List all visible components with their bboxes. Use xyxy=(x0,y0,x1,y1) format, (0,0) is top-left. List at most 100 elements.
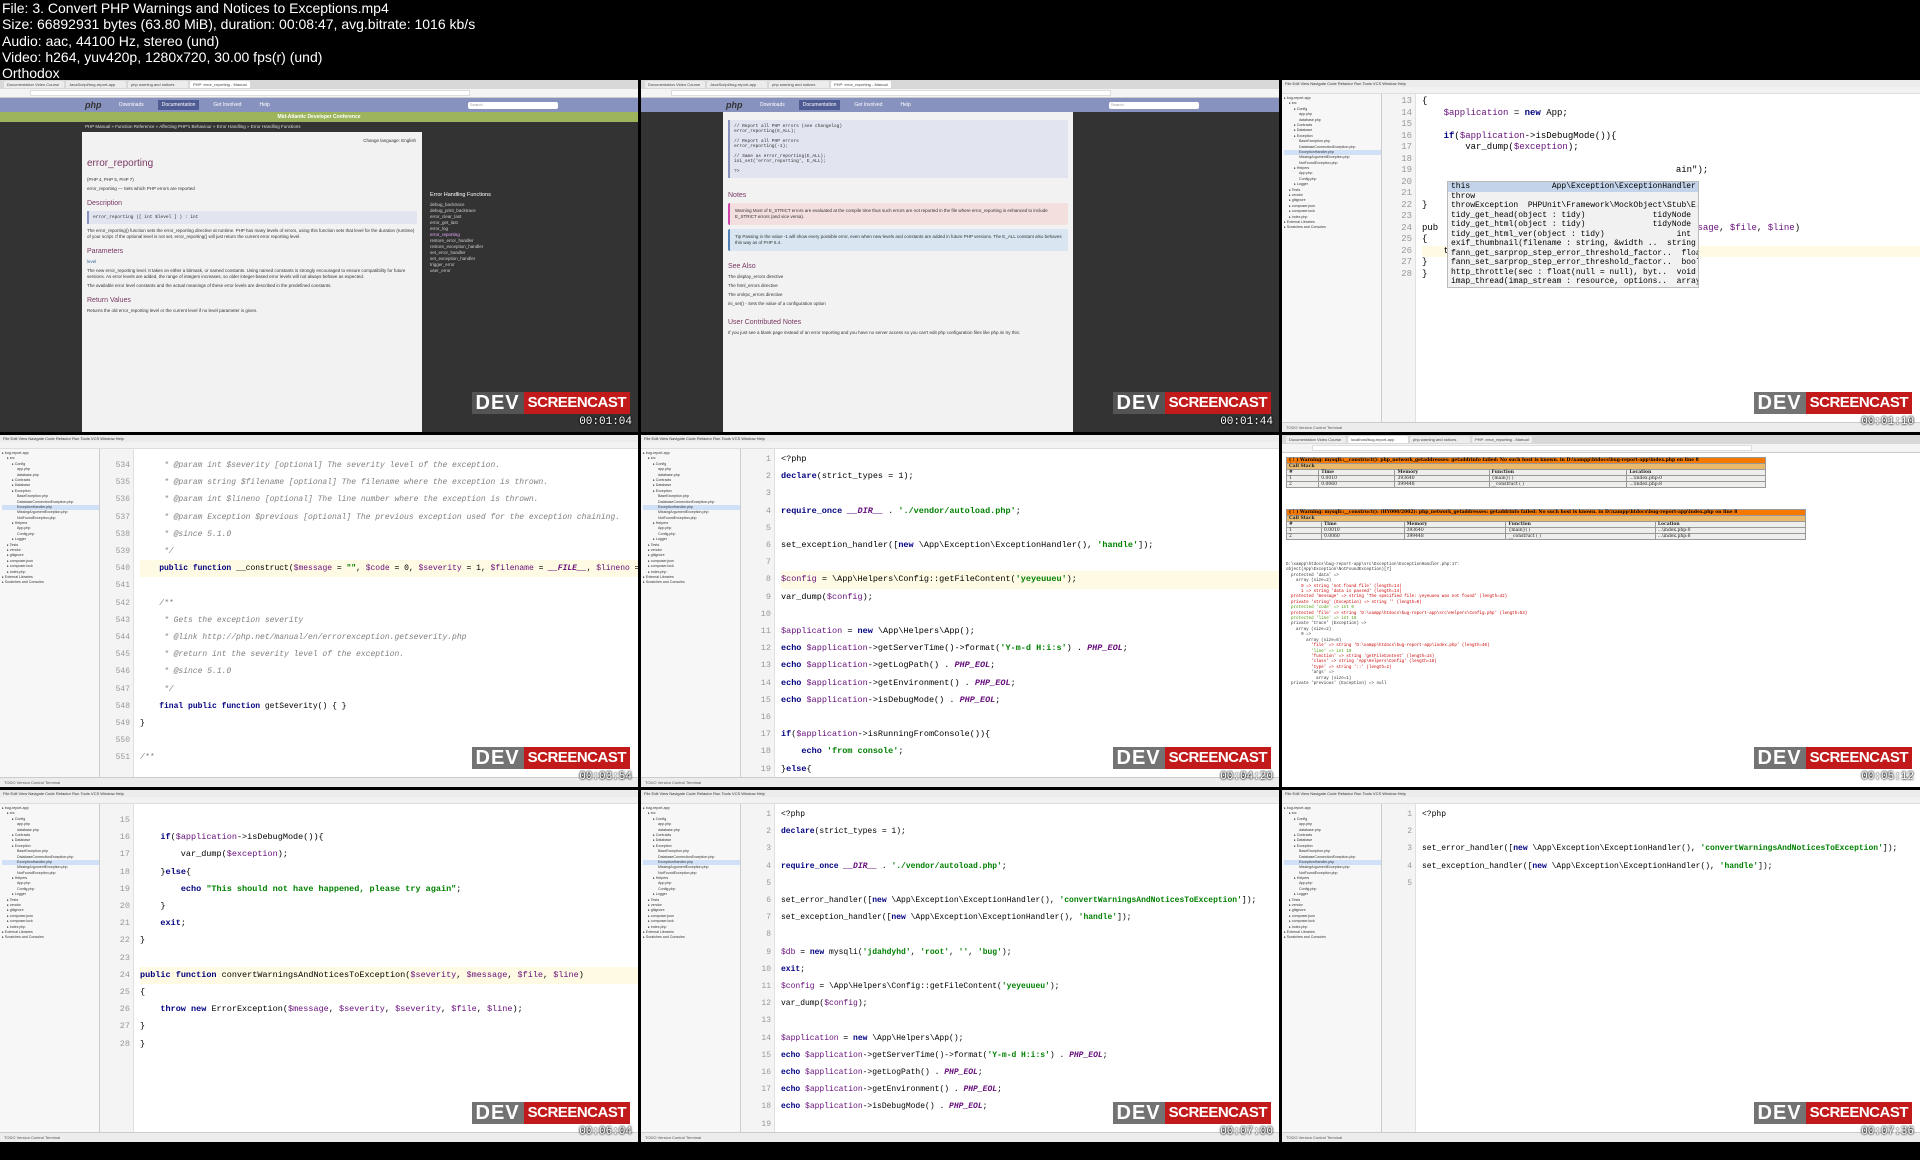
code-line[interactable]: echo $application->getServerTime()->form… xyxy=(781,640,1279,657)
code-line[interactable]: <?php xyxy=(1422,806,1920,823)
ide-menu-bar[interactable]: File Edit View Navigate Code Refactor Ru… xyxy=(641,435,1279,442)
code-line[interactable]: echo $application->isDebugMode() . PHP_E… xyxy=(781,692,1279,709)
code-line[interactable]: if($application->isDebugMode()){ xyxy=(140,829,638,846)
browser-tab[interactable]: Documentation Video Course xyxy=(4,81,64,88)
nav-get-involved[interactable]: Get Involved xyxy=(209,100,245,110)
breadcrumb[interactable]: PHP Manual » Function Reference » Affect… xyxy=(0,122,638,132)
see-also-item[interactable]: The xmlrpc_errors directive xyxy=(728,292,1068,298)
url-field[interactable] xyxy=(1312,445,1752,451)
tree-item[interactable]: ▸ Scratches and Consoles xyxy=(1284,935,1381,940)
cell[interactable]: __construct ( ) xyxy=(1488,481,1628,488)
autocomplete-popup[interactable]: this App\Exception\ExceptionHandler throw… xyxy=(1447,181,1699,288)
search-input[interactable]: Search xyxy=(1109,101,1199,109)
autocomplete-item[interactable]: throwException PHPUnit\Framework\MockObj… xyxy=(1448,201,1698,211)
autocomplete-item[interactable]: exif_thumbnail(filename : string, &width… xyxy=(1448,239,1698,249)
conference-banner[interactable]: Mid-Atlantic Developer Conference xyxy=(0,112,638,122)
code-line[interactable]: echo "This should not have happened, ple… xyxy=(140,881,638,898)
code-line[interactable]: set_exception_handler([new \App\Exceptio… xyxy=(781,909,1279,926)
code-line[interactable]: echo $application->getEnvironment() . PH… xyxy=(781,675,1279,692)
code-line[interactable]: var_dump($exception); xyxy=(1422,142,1920,154)
browser-tab-active[interactable]: localhost/bug-report-app xyxy=(1348,436,1408,443)
ide-menu-bar[interactable]: File Edit View Navigate Code Refactor Ru… xyxy=(641,790,1279,797)
code-line[interactable]: * @param int $severity [optional] The se… xyxy=(140,457,638,474)
browser-tab[interactable]: php warning and notices xyxy=(1410,436,1470,443)
browser-tab-active[interactable]: PHP: error_reporting - Manual xyxy=(190,81,250,88)
search-input[interactable]: Search xyxy=(468,101,558,109)
code-line[interactable]: public function convertWarningsAndNotice… xyxy=(140,966,638,984)
tree-item[interactable]: ▸ Scratches and Consoles xyxy=(643,935,740,940)
tree-item[interactable]: ▸ Scratches and Consoles xyxy=(1284,225,1381,230)
code-line[interactable]: * @return int the severity level of the … xyxy=(140,646,638,663)
code-line[interactable]: /** xyxy=(140,595,638,612)
php-logo[interactable]: php xyxy=(726,100,743,110)
code-line[interactable]: $config = \App\Helpers\Config::getFileCo… xyxy=(781,978,1279,995)
code-line[interactable]: echo $application->getLogPath() . PHP_EO… xyxy=(781,657,1279,674)
code-line[interactable]: set_exception_handler([new \App\Exceptio… xyxy=(1422,858,1920,875)
browser-tab[interactable]: JavaScript/bug-report-app xyxy=(66,81,126,88)
see-also-item[interactable]: ini_set() - Sets the value of a configur… xyxy=(728,301,1068,307)
code-line[interactable]: $application = new \App\Helpers\App(); xyxy=(781,623,1279,640)
code-line[interactable]: require_once __DIR__ . './vendor/autoloa… xyxy=(781,858,1279,875)
php-logo[interactable]: php xyxy=(85,100,102,110)
code-line[interactable]: var_dump($exception); xyxy=(140,846,638,863)
code-line[interactable]: * Gets the exception severity xyxy=(140,612,638,629)
browser-tab[interactable]: PHP: error_reporting - Manual xyxy=(1472,436,1532,443)
autocomplete-item[interactable]: tidy_get_html_ver(object : tidy) int xyxy=(1448,230,1698,240)
autocomplete-item[interactable]: fann_set_sarprop_step_error_threshold_fa… xyxy=(1448,258,1698,268)
code-line[interactable]: var_dump($config); xyxy=(781,995,1279,1012)
url-field[interactable] xyxy=(30,90,470,96)
code-line[interactable]: var_dump($config); xyxy=(781,589,1279,606)
tree-item[interactable]: ▸ Scratches and Consoles xyxy=(2,580,99,585)
ide-menu-bar[interactable]: File Edit View Navigate Code Refactor Ru… xyxy=(0,435,638,442)
autocomplete-item[interactable]: fann_get_sarprop_step_error_threshold_fa… xyxy=(1448,249,1698,259)
code-line[interactable]: require_once __DIR__ . './vendor/autoloa… xyxy=(781,503,1279,520)
code-line[interactable]: $application = new \App\Helpers\App(); xyxy=(781,1030,1279,1047)
autocomplete-item[interactable]: this App\Exception\ExceptionHandler xyxy=(1448,182,1698,192)
code-line[interactable]: if($application->isRunningFromConsole())… xyxy=(781,726,1279,743)
code-line[interactable]: set_exception_handler([new \App\Exceptio… xyxy=(781,537,1279,554)
ide-menu-bar[interactable]: File Edit View Navigate Code Refactor Ru… xyxy=(1282,80,1920,87)
browser-tab[interactable]: JavaScript/bug-report-app xyxy=(707,81,767,88)
code-line[interactable]: { xyxy=(1422,96,1920,108)
code-line[interactable]: $db = new mysqli('jdahdyhd', 'root', '',… xyxy=(781,944,1279,961)
code-line[interactable]: exit; xyxy=(140,915,638,932)
code-line[interactable]: * @link http://php.net/manual/en/errorex… xyxy=(140,629,638,646)
code-line[interactable]: } xyxy=(140,1018,638,1035)
code-line[interactable]: } xyxy=(140,898,638,915)
code-line[interactable]: declare(strict_types = 1); xyxy=(781,468,1279,485)
code-line[interactable]: $config = \App\Helpers\Config::getFileCo… xyxy=(781,571,1279,589)
nav-downloads[interactable]: Downloads xyxy=(115,100,148,110)
side-menu-item[interactable]: user_error xyxy=(430,268,540,274)
code-line[interactable]: throw new ErrorException($message, $seve… xyxy=(140,1001,638,1018)
code-line[interactable]: }else{ xyxy=(140,864,638,881)
nav-documentation[interactable]: Documentation xyxy=(798,100,841,110)
code-line[interactable]: if($application->isDebugMode()){ xyxy=(1422,131,1920,143)
code-line[interactable]: * @since 5.1.0 xyxy=(140,526,638,543)
autocomplete-item[interactable]: throw xyxy=(1448,192,1698,202)
change-language[interactable]: Change language: English xyxy=(363,138,416,143)
code-line[interactable]: * @param int $lineno [optional] The line… xyxy=(140,491,638,508)
browser-tab-active[interactable]: PHP: error_reporting - Manual xyxy=(831,81,891,88)
code-line[interactable]: * @param string $filename [optional] The… xyxy=(140,474,638,491)
code-line[interactable]: } xyxy=(140,1036,638,1053)
code-line[interactable]: set_error_handler([new \App\Exception\Ex… xyxy=(781,892,1279,909)
browser-tab[interactable]: Documentation Video Course xyxy=(645,81,705,88)
code-line[interactable]: } xyxy=(140,932,638,949)
autocomplete-item[interactable]: tidy_get_head(object : tidy) tidyNode xyxy=(1448,211,1698,221)
code-line[interactable]: */ xyxy=(140,681,638,698)
code-line[interactable]: <?php xyxy=(781,451,1279,468)
browser-tab[interactable]: php warning and notices xyxy=(128,81,188,88)
nav-documentation[interactable]: Documentation xyxy=(157,100,200,110)
code-line[interactable]: ain"); xyxy=(1422,165,1920,177)
url-field[interactable] xyxy=(671,90,1111,96)
code-line[interactable]: * @param Exception $previous [optional] … xyxy=(140,509,638,526)
nav-help[interactable]: Help xyxy=(896,100,914,110)
tree-item[interactable]: ▸ Scratches and Consoles xyxy=(2,935,99,940)
browser-tab[interactable]: php warning and notices xyxy=(769,81,829,88)
ide-menu-bar[interactable]: File Edit View Navigate Code Refactor Ru… xyxy=(0,790,638,797)
code-line[interactable]: <?php xyxy=(781,806,1279,823)
code-line[interactable]: echo $application->getEnvironment() . PH… xyxy=(781,1081,1279,1098)
browser-tab[interactable]: Documentation Video Course xyxy=(1286,436,1346,443)
cell[interactable]: __construct ( ) xyxy=(1505,533,1656,540)
code-line[interactable]: { xyxy=(140,984,638,1001)
